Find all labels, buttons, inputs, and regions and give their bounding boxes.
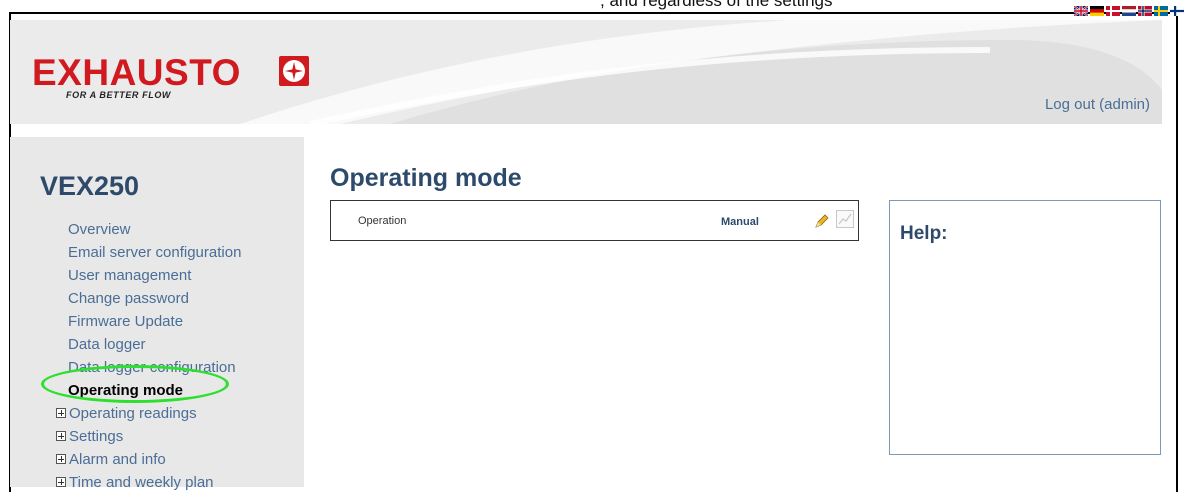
sidebar-item-label: Settings xyxy=(69,428,124,445)
operation-row: Operation Manual xyxy=(330,200,859,241)
english-flag[interactable] xyxy=(1073,3,1089,17)
sidebar-item-operating-readings[interactable]: Operating readings xyxy=(56,403,241,426)
caption-text: , and regardless of the settings xyxy=(600,0,833,10)
dutch-flag[interactable] xyxy=(1122,3,1136,16)
expand-icon[interactable] xyxy=(56,408,66,418)
device-title: VEX250 xyxy=(40,171,140,201)
logout-link[interactable]: Log out (admin) xyxy=(1045,96,1150,113)
pencil-icon[interactable] xyxy=(814,213,830,229)
fan-icon xyxy=(279,56,309,86)
sidebar-item-time-and-weekly-plan[interactable]: Time and weekly plan xyxy=(56,472,241,495)
chart-icon[interactable] xyxy=(836,210,854,228)
sidebar: VEX250 Overview Email server configurati… xyxy=(10,137,304,491)
help-title: Help: xyxy=(900,223,948,244)
sidebar-nav: Overview Email server configuration User… xyxy=(56,219,241,495)
german-flag[interactable] xyxy=(1090,3,1104,16)
sidebar-item-label: Alarm and info xyxy=(69,451,166,468)
page-title: Operating mode xyxy=(330,164,522,192)
language-selector xyxy=(1073,3,1184,17)
sidebar-item-data-logger-configuration[interactable]: Data logger configuration xyxy=(68,357,241,380)
brand-name: EXHAUSTO xyxy=(32,52,241,93)
sidebar-item-settings[interactable]: Settings xyxy=(56,426,241,449)
help-panel: Help: xyxy=(889,200,1161,455)
sidebar-item-firmware-update[interactable]: Firmware Update xyxy=(68,311,241,334)
operation-label: Operation xyxy=(358,215,407,227)
sidebar-item-alarm-and-info[interactable]: Alarm and info xyxy=(56,449,241,472)
sidebar-item-operating-mode[interactable]: Operating mode xyxy=(68,380,241,403)
expand-icon[interactable] xyxy=(56,431,66,441)
sidebar-item-label: Time and weekly plan xyxy=(69,474,214,491)
sidebar-item-email-server-configuration[interactable]: Email server configuration xyxy=(68,242,241,265)
sidebar-item-change-password[interactable]: Change password xyxy=(68,288,241,311)
site-header: EXHAUSTO FOR A BETTER FLOW Log out (admi… xyxy=(10,20,1162,124)
exhausto-logo[interactable]: EXHAUSTO FOR A BETTER FLOW xyxy=(32,52,309,100)
expand-icon[interactable] xyxy=(56,477,66,487)
norwegian-flag[interactable] xyxy=(1138,3,1152,16)
sidebar-item-user-management[interactable]: User management xyxy=(68,265,241,288)
sidebar-item-data-logger[interactable]: Data logger xyxy=(68,334,241,357)
sidebar-item-label: Operating readings xyxy=(69,405,197,422)
finnish-flag[interactable] xyxy=(1170,3,1184,16)
operation-value[interactable]: Manual xyxy=(721,216,759,228)
expand-icon[interactable] xyxy=(56,454,66,464)
danish-flag[interactable] xyxy=(1106,3,1120,16)
swedish-flag[interactable] xyxy=(1154,3,1168,16)
sidebar-item-overview[interactable]: Overview xyxy=(68,219,241,242)
